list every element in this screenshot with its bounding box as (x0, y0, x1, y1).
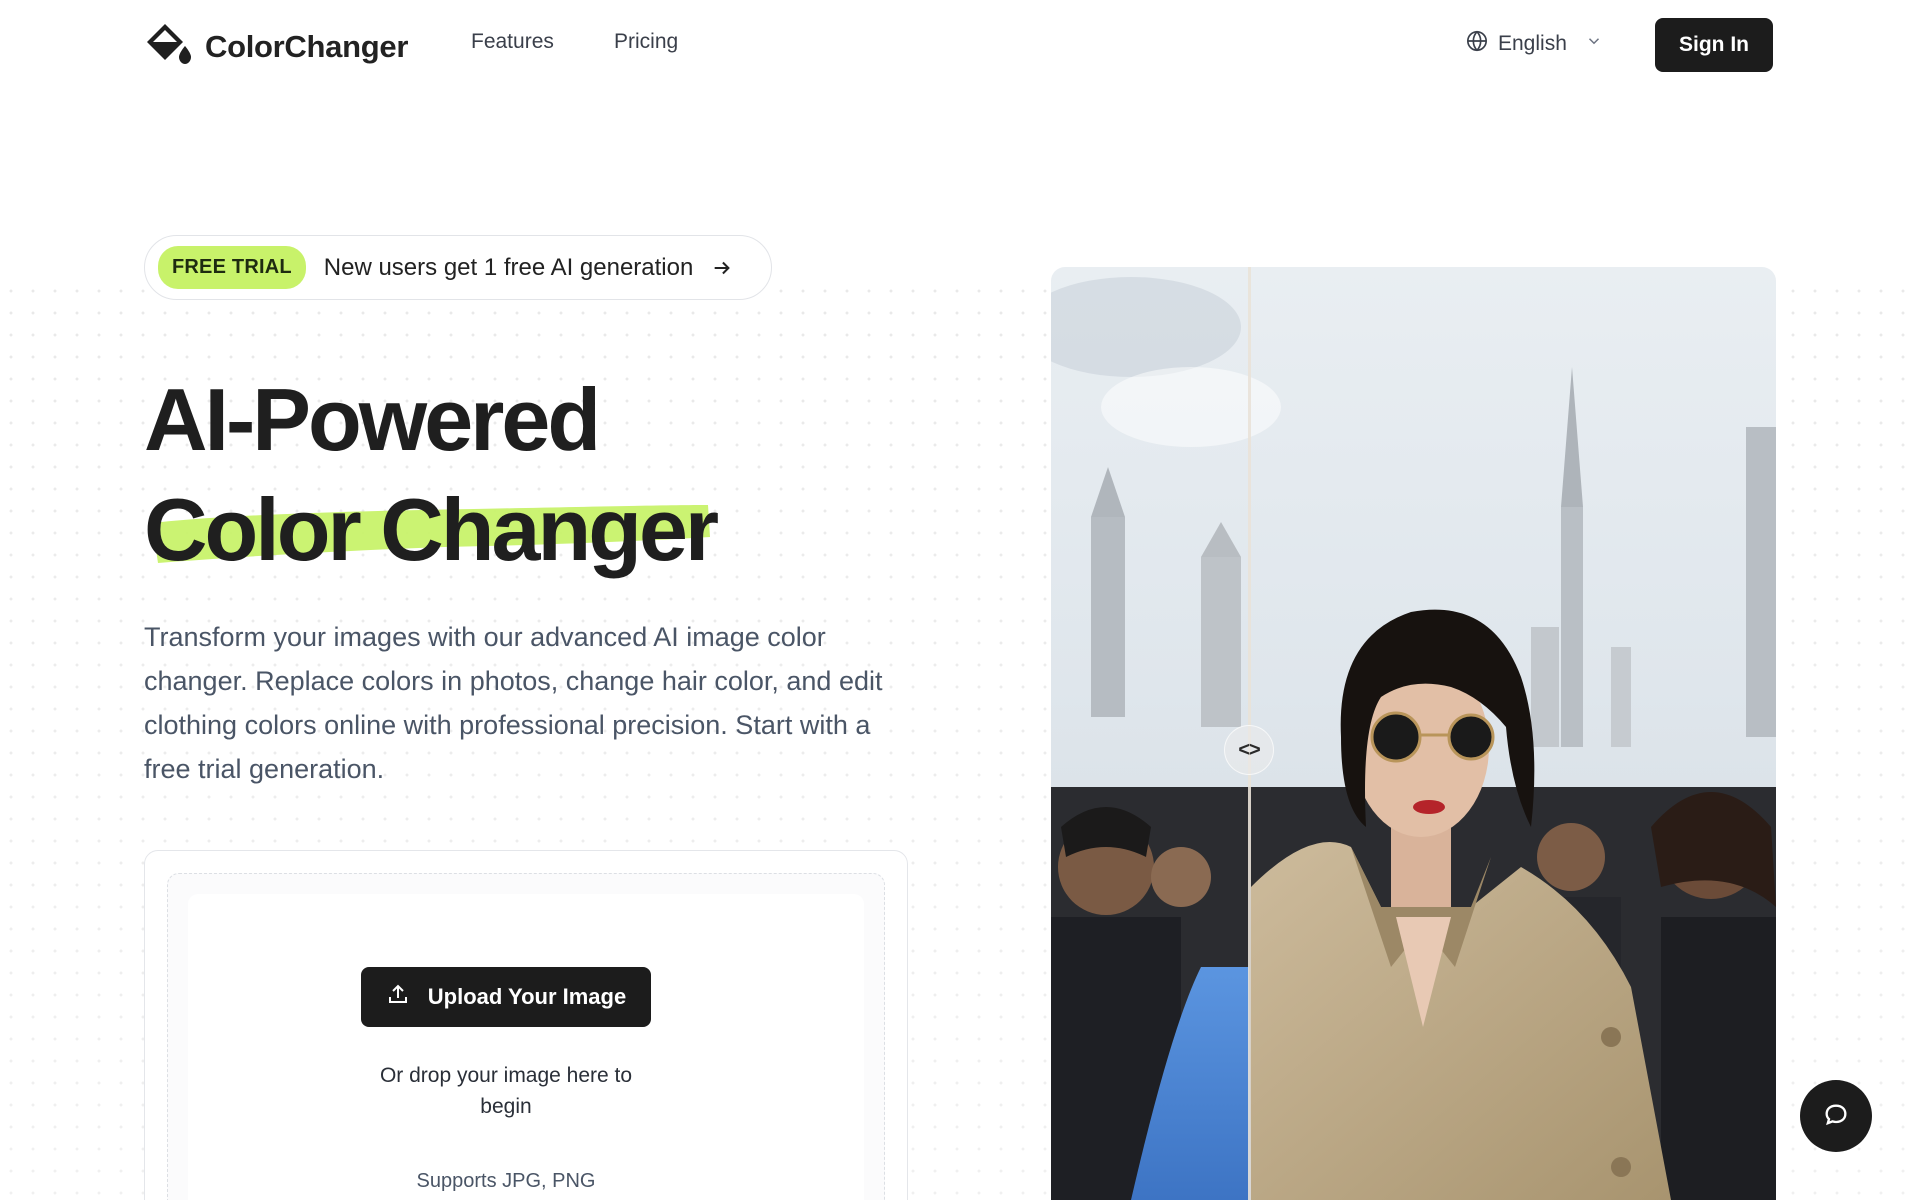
upload-image-label: Upload Your Image (427, 984, 627, 1009)
drop-instructions: Or drop your image here to begin (379, 1064, 633, 1118)
nav-pricing[interactable]: Pricing (614, 30, 678, 54)
before-after-comparison[interactable] (1051, 267, 1776, 1200)
chat-bubble-icon (1822, 1101, 1850, 1132)
sign-in-button[interactable]: Sign In (1655, 18, 1773, 72)
chevron-down-icon (1585, 32, 1603, 56)
hero-title-line1: AI-Powered (144, 370, 601, 469)
chat-support-button[interactable] (1800, 1080, 1872, 1152)
brand-logo[interactable]: ColorChanger (143, 22, 408, 71)
hero-description: Transform your images with our advanced … (144, 622, 883, 784)
free-trial-badge: FREE TRIAL (158, 246, 306, 289)
arrow-right-icon (711, 257, 733, 279)
free-trial-text: New users get 1 free AI generation (323, 253, 694, 281)
upload-image-button[interactable]: Upload Your Image (361, 967, 651, 1027)
comparison-photo (1051, 267, 1776, 1200)
upload-dropzone-inner (188, 894, 864, 1200)
nav-features[interactable]: Features (471, 30, 554, 54)
globe-icon (1466, 30, 1488, 58)
hero-title: AI-Powered Color Changer (144, 365, 719, 585)
supported-formats: Supports JPG, PNG (416, 1170, 596, 1192)
language-label: English (1498, 32, 1567, 55)
free-trial-banner[interactable]: FREE TRIAL New users get 1 free AI gener… (144, 235, 772, 300)
brand-name: ColorChanger (205, 28, 409, 64)
hero-title-line2-wrapper: Color Changer (144, 475, 719, 585)
upload-icon (386, 982, 410, 1012)
top-navbar: ColorChanger Features Pricing English Si… (0, 0, 1920, 90)
hero-title-line2: Color Changer (144, 480, 719, 579)
comparison-slider-handle[interactable]: <> (1224, 725, 1274, 775)
language-selector[interactable]: English (1466, 30, 1603, 58)
upload-dropzone[interactable] (167, 873, 885, 1200)
paint-bucket-icon (143, 22, 193, 71)
